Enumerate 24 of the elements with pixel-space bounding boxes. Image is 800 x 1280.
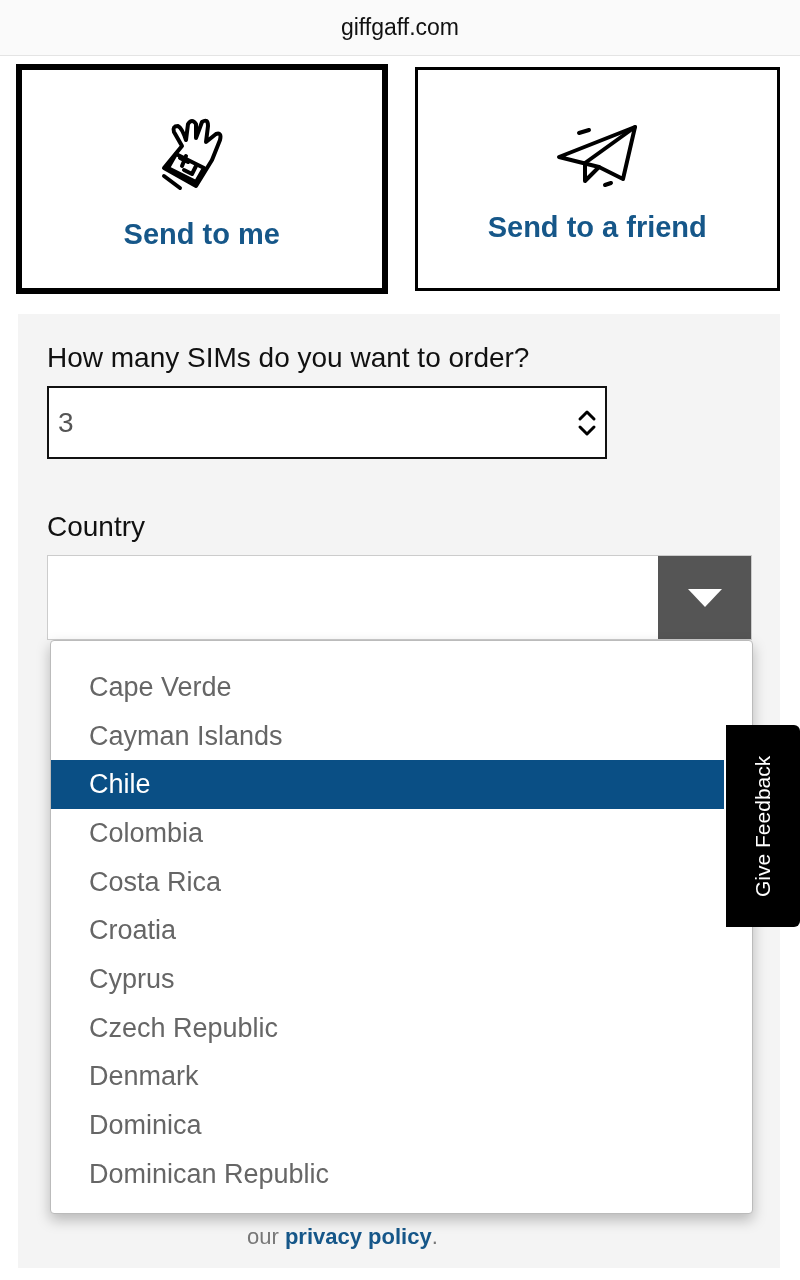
country-option[interactable]: Denmark <box>51 1052 724 1102</box>
dropdown-button[interactable] <box>658 556 751 639</box>
quantity-select[interactable]: 3 <box>47 386 607 459</box>
country-option[interactable]: Croatia <box>51 906 724 956</box>
country-option[interactable]: Costa Rica <box>51 857 724 907</box>
field-label: How many SIMs do you want to order? <box>47 342 531 374</box>
caret-icon <box>687 588 722 607</box>
country-select[interactable] <box>47 555 752 640</box>
delivery-option-card[interactable]: Send to a friend <box>414 67 780 291</box>
page-url: giffgaff.com <box>340 14 460 41</box>
country-option[interactable]: Dominica <box>51 1101 724 1150</box>
country-option[interactable]: Cyprus <box>51 955 724 1004</box>
country-option[interactable]: Cayman Islands <box>51 711 724 761</box>
country-option[interactable]: Chile <box>51 760 724 810</box>
country-option[interactable]: Cape Verde <box>51 663 724 712</box>
privacy-note: our privacy policy. <box>247 1224 439 1250</box>
delivery-option-card[interactable]: Send to me <box>16 64 388 294</box>
give-feedback-tab[interactable]: Give Feedback <box>726 725 800 927</box>
country-option[interactable]: Colombia <box>51 809 724 858</box>
country-option[interactable]: Dominican Republic <box>51 1149 724 1199</box>
privacy-policy-link[interactable]: privacy policy <box>284 1224 432 1249</box>
country-option[interactable]: Czech Republic <box>51 1003 724 1053</box>
field-label: Country <box>47 511 147 543</box>
paper-plane-icon <box>555 123 640 189</box>
